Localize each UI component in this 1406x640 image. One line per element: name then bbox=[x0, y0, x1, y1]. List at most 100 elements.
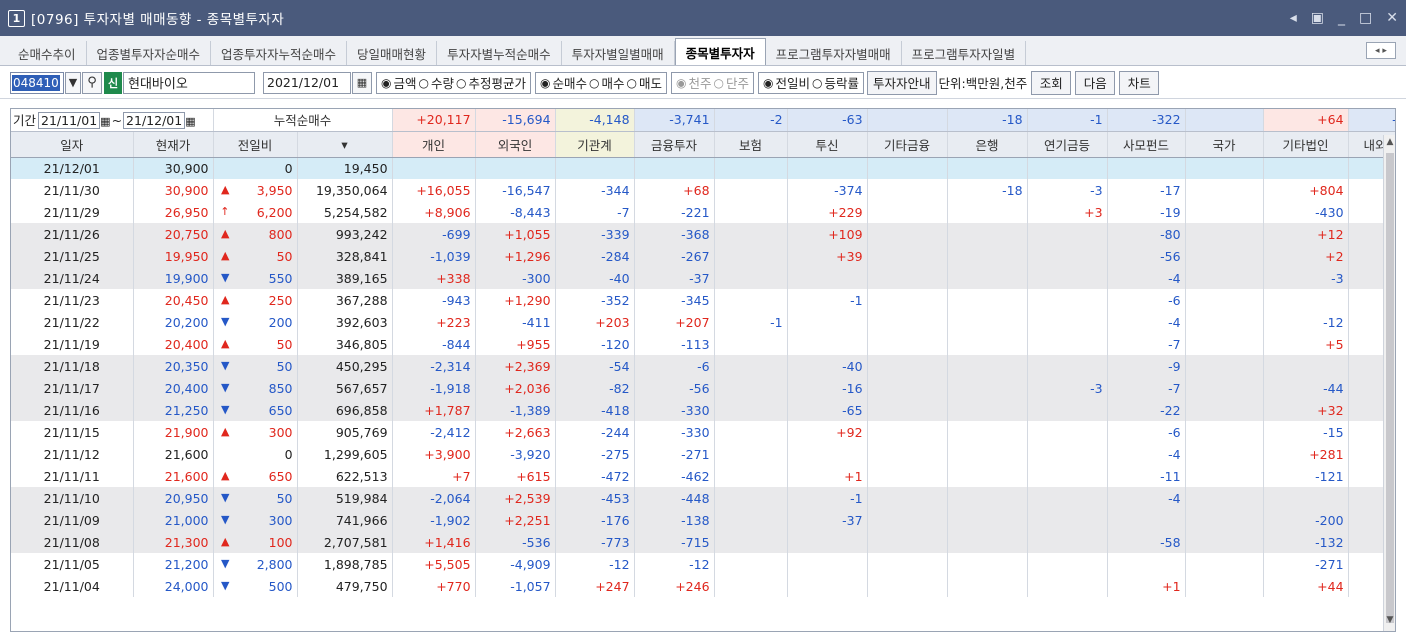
tab-2[interactable]: 업종투자자누적순매수 bbox=[211, 41, 348, 65]
table-row[interactable]: 21/11/17 20,400 ▼ 850 567,657 -1,918 +2,036 -82… bbox=[11, 377, 1395, 399]
prev-window-icon[interactable]: ◂ bbox=[1290, 10, 1297, 26]
radio-sell[interactable]: ○ bbox=[627, 76, 637, 90]
unit-label: 단위:백만원,천주 bbox=[938, 76, 1028, 91]
summary-cell bbox=[867, 109, 948, 132]
value-cell bbox=[1185, 267, 1264, 289]
date-field[interactable]: 2021/12/01 bbox=[263, 71, 351, 94]
value-cell: -40 bbox=[787, 355, 868, 377]
radio-qty[interactable]: ○ bbox=[419, 76, 429, 90]
radio-buy[interactable]: ○ bbox=[589, 76, 599, 90]
tab-5[interactable]: 투자자별일별매매 bbox=[562, 41, 675, 65]
stock-code-field[interactable]: 048410 bbox=[10, 71, 64, 94]
vertical-scrollbar[interactable]: ▲ ▼ bbox=[1383, 135, 1395, 631]
tab-6[interactable]: 종목별투자자 bbox=[674, 38, 766, 65]
value-cell: +92 bbox=[787, 421, 868, 443]
table-row[interactable]: 21/11/09 21,000 ▼ 300 741,966 -1,902 +2,251 -17… bbox=[11, 509, 1395, 531]
change-value: 300 bbox=[268, 512, 293, 528]
radio-net[interactable]: ◉ bbox=[540, 76, 550, 90]
table-row[interactable]: 21/11/11 21,600 ▲ 650 622,513 +7 +615 -472 -462 +… bbox=[11, 465, 1395, 487]
tab-8[interactable]: 프로그램투자자일별 bbox=[902, 41, 1027, 65]
calendar-icon[interactable]: ▦ bbox=[352, 71, 372, 94]
column-header[interactable]: 보험 bbox=[714, 131, 788, 158]
search-icon[interactable]: ⚲ bbox=[82, 71, 102, 94]
table-row[interactable]: 21/11/05 21,200 ▼ 2,800 1,898,785 +5,505 -4,90… bbox=[11, 553, 1395, 575]
tab-7[interactable]: 프로그램투자자별매매 bbox=[766, 41, 902, 65]
column-header[interactable]: 기관계 bbox=[555, 131, 635, 158]
up-arrow-icon: ▲ bbox=[221, 292, 230, 306]
table-row[interactable]: 21/11/16 21,250 ▼ 650 696,858 +1,787 -1,389 -41… bbox=[11, 399, 1395, 421]
table-row[interactable]: 21/11/08 21,300 ▲ 100 2,707,581 +1,416 -536 -77… bbox=[11, 531, 1395, 553]
column-header[interactable]: 투신 bbox=[787, 131, 868, 158]
column-header[interactable]: 외국인 bbox=[475, 131, 556, 158]
period-to[interactable]: 21/12/01 bbox=[123, 112, 186, 130]
radio-amount[interactable]: ◉ bbox=[381, 76, 391, 90]
restore-icon[interactable]: ▣ bbox=[1311, 10, 1324, 26]
period-from[interactable]: 21/11/01 bbox=[38, 112, 101, 130]
investor-info-button[interactable]: 투자자안내 bbox=[867, 70, 937, 95]
table-row[interactable]: 21/11/12 21,600 0 1,299,605 +3,900 -3,920 -275… bbox=[11, 443, 1395, 465]
value-cell bbox=[947, 311, 1028, 333]
stock-code-value[interactable]: 048410 bbox=[12, 74, 60, 91]
minimize-icon[interactable]: _ bbox=[1338, 10, 1345, 26]
tab-3[interactable]: 당일매매현황 bbox=[347, 41, 438, 65]
column-header[interactable]: 국가 bbox=[1185, 131, 1264, 158]
scroll-down-icon[interactable]: ▼ bbox=[1384, 615, 1395, 629]
tab-4[interactable]: 투자자별누적순매수 bbox=[437, 41, 562, 65]
column-header[interactable]: 전일비 bbox=[213, 131, 298, 158]
value-cell: -715 bbox=[634, 531, 715, 553]
table-row[interactable]: 21/11/25 19,950 ▲ 50 328,841 -1,039 +1,296 -284… bbox=[11, 245, 1395, 267]
value-cell bbox=[475, 157, 556, 179]
column-header[interactable]: 사모펀드 bbox=[1107, 131, 1186, 158]
table-row[interactable]: 21/11/23 20,450 ▲ 250 367,288 -943 +1,290 -352-… bbox=[11, 289, 1395, 311]
table-row[interactable]: 21/11/22 20,200 ▼ 200 392,603 +223 -411 +203 +20… bbox=[11, 311, 1395, 333]
column-header[interactable]: 기타금융 bbox=[867, 131, 948, 158]
query-button[interactable]: 조회 bbox=[1031, 70, 1072, 95]
code-dropdown-icon[interactable]: ▼ bbox=[65, 71, 81, 94]
chart-button[interactable]: 차트 bbox=[1119, 70, 1160, 95]
date-cell: 21/11/26 bbox=[11, 223, 134, 245]
scroll-up-icon[interactable]: ▲ bbox=[1384, 137, 1395, 151]
column-header[interactable]: 금융투자 bbox=[634, 131, 715, 158]
table-row[interactable]: 21/11/18 20,350 ▼ 50 450,295 -2,314 +2,369 -54-… bbox=[11, 355, 1395, 377]
column-header[interactable]: 현재가 bbox=[133, 131, 214, 158]
table-row[interactable]: 21/11/30 30,900 ▲ 3,950 19,350,064 +16,055 -16… bbox=[11, 179, 1395, 201]
tab-scroll-icon[interactable]: ◂ ▸ bbox=[1366, 42, 1396, 59]
next-button[interactable]: 다음 bbox=[1075, 70, 1116, 95]
column-header[interactable]: 개인 bbox=[392, 131, 476, 158]
table-row[interactable]: 21/11/15 21,900 ▲ 300 905,769 -2,412 +2,663 -24… bbox=[11, 421, 1395, 443]
period-to-calendar-icon[interactable]: ▦ bbox=[185, 115, 195, 128]
volume-sort-icon[interactable]: ▾ bbox=[341, 137, 347, 152]
table-row[interactable]: 21/11/29 26,950 ↑ 6,200 5,254,582 +8,906 -8,44… bbox=[11, 201, 1395, 223]
value-cell bbox=[867, 531, 948, 553]
radio-rate[interactable]: ○ bbox=[812, 76, 822, 90]
radio-chg[interactable]: ◉ bbox=[763, 76, 773, 90]
value-cell: -330 bbox=[634, 399, 715, 421]
radio-kcheon[interactable]: ◉ bbox=[676, 76, 686, 90]
column-header[interactable]: ▾ bbox=[297, 131, 393, 158]
scroll-thumb[interactable] bbox=[1386, 153, 1394, 623]
table-row[interactable]: 21/11/19 20,400 ▲ 50 346,805 -844 +955 -120 -113… bbox=[11, 333, 1395, 355]
period-from-calendar-icon[interactable]: ▦ bbox=[100, 115, 110, 128]
column-header[interactable]: 은행 bbox=[947, 131, 1028, 158]
table-row[interactable]: 21/11/26 20,750 ▲ 800 993,242 -699 +1,055 -339-… bbox=[11, 223, 1395, 245]
table-row[interactable]: 21/12/01 30,900 0 19,450 bbox=[11, 157, 1395, 179]
radio-dan[interactable]: ○ bbox=[714, 76, 724, 90]
column-header[interactable]: 일자 bbox=[11, 131, 134, 158]
tab-0[interactable]: 순매수추이 bbox=[8, 41, 87, 65]
price-cell: 24,000 bbox=[133, 575, 214, 597]
column-header[interactable]: 기타법인 bbox=[1263, 131, 1349, 158]
radio-avg[interactable]: ○ bbox=[456, 76, 466, 90]
volume-cell: 993,242 bbox=[297, 223, 393, 245]
table-row[interactable]: 21/11/24 19,900 ▼ 550 389,165 +338 -300 -40 -37 -… bbox=[11, 267, 1395, 289]
table-row[interactable]: 21/11/04 24,000 ▼ 500 479,750 +770 -1,057 +247 +… bbox=[11, 575, 1395, 597]
tab-1[interactable]: 업종별투자자순매수 bbox=[87, 41, 212, 65]
maximize-icon[interactable]: □ bbox=[1359, 10, 1372, 26]
value-cell: -113 bbox=[634, 333, 715, 355]
value-cell bbox=[634, 157, 715, 179]
volume-cell: 19,350,064 bbox=[297, 179, 393, 201]
price-cell: 26,950 bbox=[133, 201, 214, 223]
close-icon[interactable]: ✕ bbox=[1386, 10, 1398, 26]
value-cell: -1 bbox=[787, 487, 868, 509]
table-row[interactable]: 21/11/10 20,950 ▼ 50 519,984 -2,064 +2,539 -453… bbox=[11, 487, 1395, 509]
column-header[interactable]: 연기금등 bbox=[1027, 131, 1108, 158]
